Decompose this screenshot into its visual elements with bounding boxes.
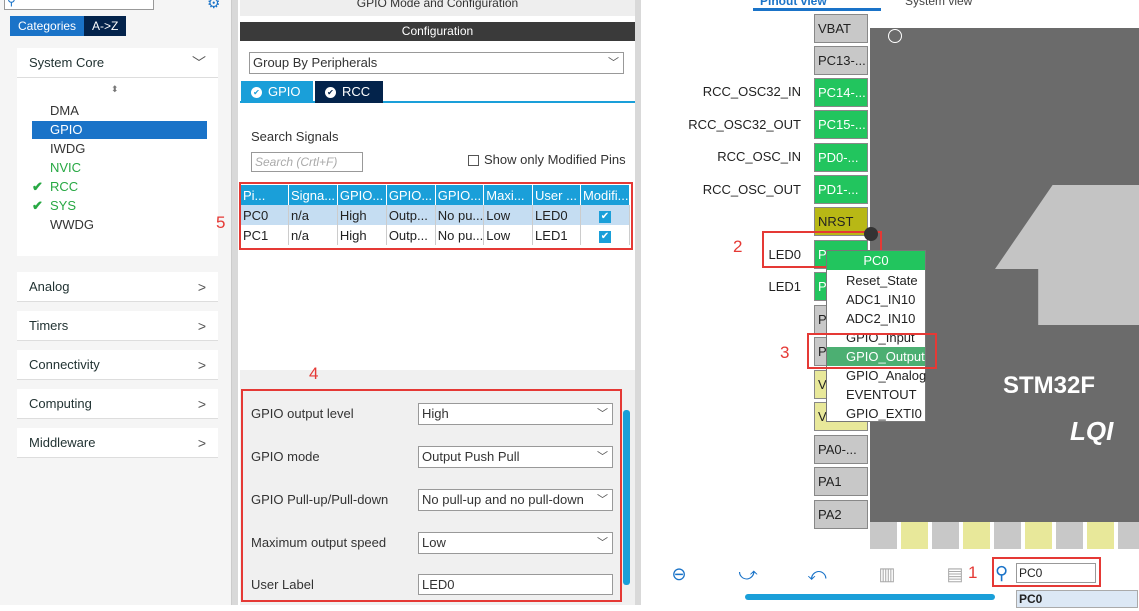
pin-pa0[interactable]: PA0-... [814,435,868,464]
tab-gpio[interactable]: ✔ GPIO [241,81,313,103]
category-item-gpio[interactable]: GPIO [32,121,207,139]
section-label: Middleware [29,435,96,450]
tab-label: RCC [342,84,371,99]
section-label: System Core [29,55,105,70]
menu-item[interactable]: GPIO_EXTI0 [827,404,925,423]
check-circle-icon: ✔ [251,87,262,99]
section-label: Timers [29,318,69,333]
category-item-nvic[interactable]: NVIC [32,159,207,177]
category-item-label: SYS [50,198,77,213]
section-label: Analog [29,279,70,294]
search-suggestion[interactable]: PC0 [1016,590,1138,608]
chevron-right-icon: > [197,317,206,334]
sort-icon[interactable]: ⬍ [111,84,119,95]
pin-pc15[interactable]: PC15-... [814,110,868,139]
tab-system-view[interactable]: System view [905,0,972,8]
category-item-iwdg[interactable]: IWDG [32,140,207,158]
modified-only-toggle[interactable]: Show only Modified Pins [468,152,626,167]
mouse-cursor-icon [864,227,878,241]
annotation-box-5 [239,182,633,250]
annotation-number: 3 [780,343,790,362]
pin-signal-label: RCC_OSC_OUT [702,182,801,197]
section-analog[interactable]: Analog > [17,272,218,302]
scrollbar[interactable] [623,410,630,585]
menu-header: PC0 [827,251,925,270]
menu-item[interactable]: ADC2_IN10 [827,309,925,328]
annotation-number: 1 [968,563,978,582]
annotation-box-4 [241,389,622,602]
section-connectivity[interactable]: Connectivity > [17,350,218,380]
gear-icon[interactable]: ⚙ [207,0,220,12]
pin-signal-label: LED1 [768,279,801,294]
modified-only-label: Show only Modified Pins [484,152,626,167]
pin-signal-label: RCC_OSC32_IN [702,84,801,99]
pin-signal-label: RCC_OSC_IN [717,149,801,164]
annotation-box-3 [807,333,937,369]
category-item-label: RCC [50,179,79,194]
group-by-select[interactable]: Group By Peripherals ﹀ [249,52,624,74]
zoom-out-icon[interactable]: ⊖ [668,563,690,585]
category-tabs: Categories A->Z [10,16,127,36]
section-timers[interactable]: Timers > [17,311,218,341]
check-circle-icon: ✔ [325,87,336,99]
tab-label: GPIO [268,84,301,99]
menu-item[interactable]: EVENTOUT [827,385,925,404]
active-tab-underline [753,8,881,11]
category-item-sys[interactable]: ✔ SYS [32,197,207,215]
rotate-right-icon[interactable]: ⤻ [737,563,759,585]
chevron-right-icon: > [197,356,206,373]
chevron-down-icon: ﹀ [608,57,619,69]
search-signals-label: Search Signals [251,129,339,144]
split-view-icon[interactable]: ▥ [876,563,898,585]
pin-pd1[interactable]: PD1-... [814,175,868,204]
category-item-rcc[interactable]: ✔ RCC [32,178,207,196]
chevron-right-icon: > [197,395,206,412]
annotation-number: 4 [309,364,319,383]
section-system-core[interactable]: System Core ﹀ [17,48,218,78]
annotation-number: 2 [733,237,743,256]
category-search-input[interactable]: ⚲ [4,0,154,10]
menu-item[interactable]: Reset_State [827,271,925,290]
bottom-pin-row[interactable] [870,522,1139,549]
group-by-value: Group By Peripherals [253,55,378,70]
check-icon: ✔ [32,179,43,194]
signal-search-input[interactable]: Search (Crtl+F) [251,152,363,172]
pin-pa2[interactable]: PA2 [814,500,868,529]
panel-header: GPIO Mode and Configuration [240,0,635,16]
category-item-dma[interactable]: DMA [32,102,207,120]
horizontal-scrollbar[interactable] [745,594,995,600]
chevron-down-icon: ﹀ [192,54,206,71]
check-icon: ✔ [32,198,43,213]
config-tabs: ✔ GPIO ✔ RCC [240,81,635,103]
category-item-wwdg[interactable]: WWDG [32,216,207,234]
checkbox[interactable] [468,155,479,167]
pin-vbat[interactable]: VBAT [814,14,868,43]
tab-a-z[interactable]: A->Z [84,16,127,36]
pin-signal-label: RCC_OSC32_OUT [688,117,801,132]
section-label: Connectivity [29,357,100,372]
pin-pc14[interactable]: PC14-... [814,78,868,107]
tab-pinout-view[interactable]: Pinout view [760,0,827,8]
chevron-right-icon: > [197,278,206,295]
chevron-right-icon: > [197,434,206,451]
rotate-left-icon[interactable]: ⤺ [806,563,828,585]
chip-package: LQI [1070,416,1114,446]
tab-categories[interactable]: Categories [10,16,85,36]
configuration-title: Configuration [240,22,635,41]
annotation-box-1 [992,557,1101,587]
section-label: Computing [29,396,92,411]
section-middleware[interactable]: Middleware > [17,428,218,458]
menu-item[interactable]: ADC1_IN10 [827,290,925,309]
pin-pa1[interactable]: PA1 [814,467,868,496]
pin1-marker [888,29,902,43]
search-icon: ⚲ [7,0,16,8]
pin-pd0[interactable]: PD0-... [814,143,868,172]
chip-part-number: STM32F [1003,372,1096,399]
grid-icon[interactable]: ▤ [944,563,966,585]
pin-pc13[interactable]: PC13-... [814,46,868,75]
section-computing[interactable]: Computing > [17,389,218,419]
annotation-number: 5 [216,213,226,232]
tab-rcc[interactable]: ✔ RCC [315,81,383,103]
